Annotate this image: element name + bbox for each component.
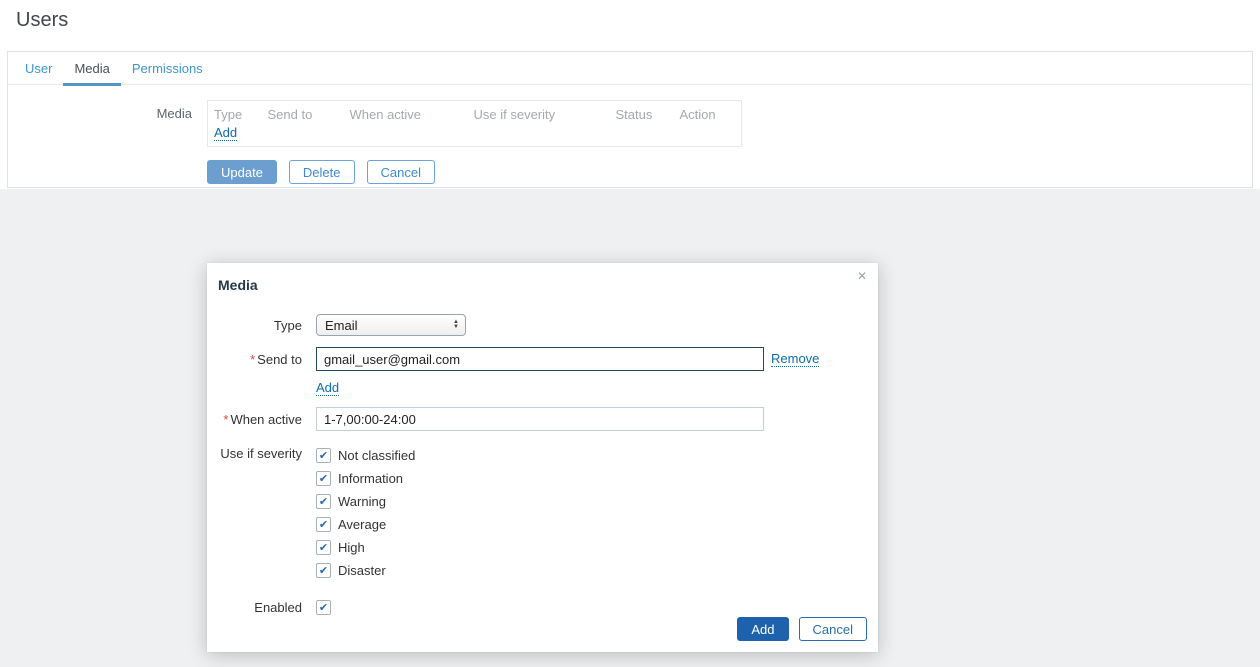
- severity-options: ✔ Not classified ✔ Information ✔ Warning…: [316, 444, 415, 582]
- severity-label: Use if severity: [207, 444, 316, 461]
- column-header-type: Type: [208, 101, 260, 124]
- column-header-use-if-severity: Use if severity: [466, 101, 608, 124]
- media-add-link[interactable]: Add: [214, 125, 237, 141]
- check-icon: ✔: [319, 601, 328, 614]
- severity-checkbox-not-classified[interactable]: ✔: [316, 448, 331, 463]
- send-to-row: *Send to Remove: [207, 347, 878, 371]
- severity-option-disaster: ✔ Disaster: [316, 559, 415, 582]
- column-header-when-active: When active: [342, 101, 466, 124]
- update-button[interactable]: Update: [207, 160, 277, 184]
- select-caret-icon: ▲ ▼: [453, 320, 459, 330]
- tab-bar: User Media Permissions: [8, 52, 1252, 85]
- enabled-label: Enabled: [207, 600, 316, 615]
- check-icon: ✔: [319, 449, 328, 462]
- severity-checkbox-average[interactable]: ✔: [316, 517, 331, 532]
- send-to-label: *Send to: [207, 352, 316, 367]
- form-cancel-button[interactable]: Cancel: [367, 160, 435, 184]
- send-to-remove-link[interactable]: Remove: [771, 351, 819, 367]
- dialog-add-button[interactable]: Add: [737, 617, 788, 641]
- severity-option-warning: ✔ Warning: [316, 490, 415, 513]
- check-icon: ✔: [319, 564, 328, 577]
- severity-checkbox-information[interactable]: ✔: [316, 471, 331, 486]
- caret-down-icon: ▼: [453, 325, 459, 330]
- type-select[interactable]: Email ▲ ▼: [316, 314, 466, 336]
- media-dialog: ✕ Media Type Email ▲ ▼ *Send to Remove A…: [207, 263, 878, 652]
- send-to-add-link[interactable]: Add: [316, 380, 339, 396]
- required-mark: *: [250, 352, 255, 367]
- column-header-action: Action: [672, 101, 742, 124]
- severity-option-high: ✔ High: [316, 536, 415, 559]
- media-form-label: Media: [8, 100, 207, 184]
- when-active-label: *When active: [207, 412, 316, 427]
- media-form-row: Media Type Send to When active Use if se…: [8, 100, 1252, 184]
- media-list-table: Type Send to When active Use if severity…: [207, 100, 742, 147]
- when-active-input[interactable]: [316, 407, 764, 431]
- type-label: Type: [207, 318, 316, 333]
- column-header-send-to: Send to: [260, 101, 342, 124]
- dialog-cancel-button[interactable]: Cancel: [799, 617, 867, 641]
- form-button-row: Update Delete Cancel: [207, 160, 742, 184]
- table-row: Add: [208, 123, 742, 147]
- enabled-row: Enabled ✔: [207, 600, 878, 615]
- user-edit-panel: User Media Permissions Media Type Send t…: [7, 51, 1253, 188]
- check-icon: ✔: [319, 495, 328, 508]
- severity-checkbox-disaster[interactable]: ✔: [316, 563, 331, 578]
- page-root: Users User Media Permissions Media Type …: [0, 0, 1260, 42]
- severity-row: Use if severity ✔ Not classified ✔ Infor…: [207, 444, 878, 582]
- severity-option-average: ✔ Average: [316, 513, 415, 536]
- check-icon: ✔: [319, 541, 328, 554]
- dialog-footer: Add Cancel: [737, 617, 867, 641]
- column-header-status: Status: [608, 101, 672, 124]
- delete-button[interactable]: Delete: [289, 160, 355, 184]
- page-title: Users: [0, 0, 1260, 42]
- tab-permissions[interactable]: Permissions: [121, 52, 214, 85]
- type-select-value: Email: [325, 318, 453, 333]
- severity-option-not-classified: ✔ Not classified: [316, 444, 415, 467]
- check-icon: ✔: [319, 518, 328, 531]
- type-row: Type Email ▲ ▼: [207, 314, 878, 336]
- tab-user[interactable]: User: [14, 52, 63, 85]
- when-active-row: *When active: [207, 407, 878, 431]
- severity-option-information: ✔ Information: [316, 467, 415, 490]
- check-icon: ✔: [319, 472, 328, 485]
- send-to-add-row: Add: [207, 380, 878, 396]
- enabled-checkbox[interactable]: ✔: [316, 600, 331, 615]
- send-to-input[interactable]: [316, 347, 764, 371]
- severity-checkbox-high[interactable]: ✔: [316, 540, 331, 555]
- tab-media[interactable]: Media: [63, 52, 120, 85]
- required-mark: *: [223, 412, 228, 427]
- close-icon[interactable]: ✕: [857, 268, 867, 284]
- severity-checkbox-warning[interactable]: ✔: [316, 494, 331, 509]
- dialog-title: Media: [207, 263, 878, 293]
- media-form-content: Type Send to When active Use if severity…: [207, 100, 742, 184]
